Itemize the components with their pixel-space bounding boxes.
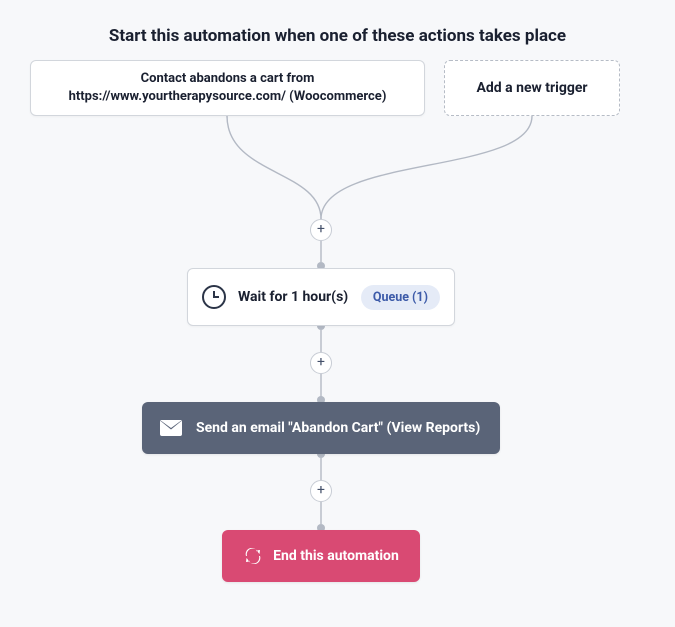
wait-label: Wait for 1 hour(s) — [238, 289, 348, 305]
add-step-button-2[interactable]: + — [310, 352, 332, 374]
add-step-button-1[interactable]: + — [310, 219, 332, 241]
trigger-text: Contact abandons a cart from https://www… — [45, 70, 410, 105]
cycle-icon — [243, 548, 263, 564]
email-node[interactable]: Send an email "Abandon Cart" (View Repor… — [142, 402, 500, 454]
email-label: Send an email "Abandon Cart" (View Repor… — [196, 420, 480, 436]
mail-icon — [160, 420, 182, 436]
end-node[interactable]: End this automation — [222, 530, 420, 582]
add-trigger-button[interactable]: Add a new trigger — [444, 60, 620, 116]
trigger-node[interactable]: Contact abandons a cart from https://www… — [30, 60, 425, 116]
queue-badge[interactable]: Queue (1) — [361, 285, 440, 310]
clock-icon — [202, 285, 226, 309]
add-step-button-3[interactable]: + — [310, 480, 332, 502]
end-label: End this automation — [273, 548, 399, 564]
page-title: Start this automation when one of these … — [0, 26, 675, 46]
wait-node[interactable]: Wait for 1 hour(s) Queue (1) — [187, 268, 455, 326]
